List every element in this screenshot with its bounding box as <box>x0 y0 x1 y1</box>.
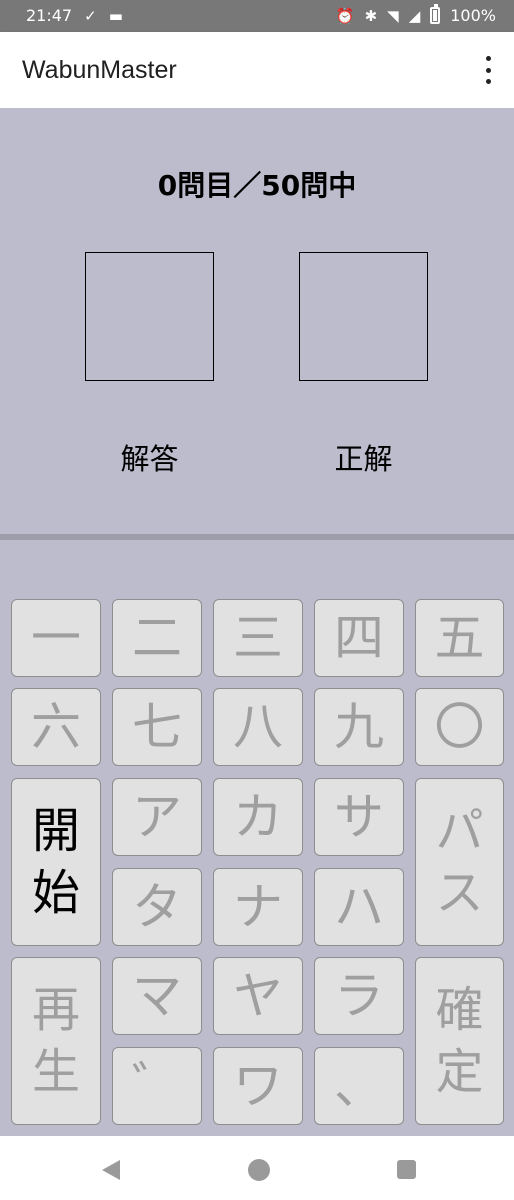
more-vert-icon[interactable] <box>482 56 494 84</box>
battery-charging-icon <box>430 4 441 24</box>
key-6[interactable]: 六 <box>11 688 101 766</box>
key-1[interactable]: 一 <box>11 599 101 677</box>
key-ha[interactable]: ハ <box>314 868 404 946</box>
recent-apps-icon[interactable] <box>397 1160 416 1179</box>
key-ma[interactable]: マ <box>112 957 202 1035</box>
answer-label: 解答 <box>120 442 179 476</box>
key-na[interactable]: ナ <box>213 868 303 946</box>
key-ta[interactable]: タ <box>112 868 202 946</box>
kana-keyboard: 一 二 三 四 五 六 七 八 九 〇 開 始 ア カ サ パ ス タ ナ ハ … <box>0 540 514 1136</box>
confirm-button[interactable]: 確 定 <box>415 957 504 1125</box>
signal-icon: ◢ <box>408 6 421 25</box>
key-ya[interactable]: ヤ <box>213 957 303 1035</box>
wifi-icon: ◥ <box>387 6 399 25</box>
navigation-bar <box>0 1136 514 1200</box>
key-comma[interactable]: 、 <box>314 1047 404 1125</box>
battery-percent: 100% <box>450 6 496 25</box>
key-sa[interactable]: サ <box>314 778 404 856</box>
app-title: WabunMaster <box>22 56 177 84</box>
key-wa[interactable]: ワ <box>213 1047 303 1125</box>
home-icon[interactable] <box>248 1159 270 1181</box>
key-4[interactable]: 四 <box>314 599 404 677</box>
question-progress: 0問目／50問中 <box>157 169 357 202</box>
back-icon[interactable] <box>102 1160 120 1180</box>
replay-button[interactable]: 再 生 <box>11 957 101 1125</box>
start-button[interactable]: 開 始 <box>11 778 101 946</box>
pass-button[interactable]: パ ス <box>415 778 504 946</box>
key-dakuten[interactable]: ゛ <box>112 1047 202 1125</box>
quiz-panel: 0問目／50問中 解答 正解 <box>0 108 514 534</box>
notification-icon: ✓ <box>84 6 97 25</box>
key-0[interactable]: 〇 <box>415 688 504 766</box>
status-time: 21:47 <box>26 6 73 25</box>
key-a[interactable]: ア <box>112 778 202 856</box>
key-5[interactable]: 五 <box>415 599 504 677</box>
key-2[interactable]: 二 <box>112 599 202 677</box>
key-7[interactable]: 七 <box>112 688 202 766</box>
bed-icon: ▬ <box>108 6 123 25</box>
key-8[interactable]: 八 <box>213 688 303 766</box>
key-3[interactable]: 三 <box>213 599 303 677</box>
alarm-icon: ⏰ <box>335 6 355 25</box>
bluetooth-icon: ✱ <box>364 6 378 25</box>
correct-answer-box <box>299 252 428 381</box>
status-bar: 21:47 ✓ ▬ ⏰ ✱ ◥ ◢ 100% <box>0 0 514 32</box>
key-ka[interactable]: カ <box>213 778 303 856</box>
key-ra[interactable]: ラ <box>314 957 404 1035</box>
key-9[interactable]: 九 <box>314 688 404 766</box>
correct-label: 正解 <box>334 442 393 476</box>
app-bar: WabunMaster <box>0 32 514 108</box>
answer-box <box>85 252 214 381</box>
